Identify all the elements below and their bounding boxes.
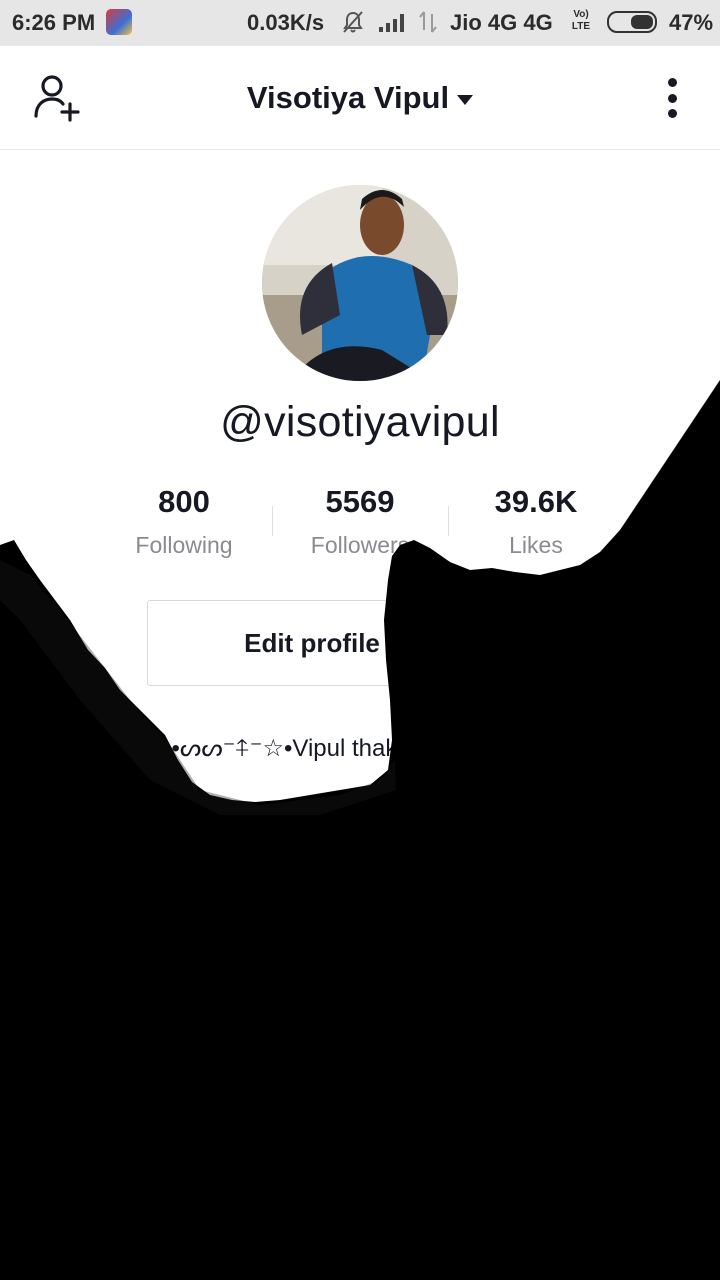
avatar-photo (262, 185, 458, 381)
edit-profile-button[interactable]: Edit profile (147, 600, 477, 686)
mute-bell-icon (343, 11, 363, 33)
stat-followers[interactable]: 5569 Followers (272, 482, 448, 559)
account-switcher[interactable]: Visotiya Vipul (200, 76, 520, 120)
status-time: 6:26 PM (12, 10, 96, 35)
volte-indicator: Vo) LTE (571, 9, 591, 32)
stat-value: 5569 (325, 484, 395, 519)
stat-likes[interactable]: 39.6K Likes (448, 482, 624, 559)
more-options-button[interactable] (652, 76, 692, 120)
profile-stats: 800 Following 5569 Followers 39.6K Likes (96, 482, 624, 572)
stat-label: Likes (509, 532, 563, 558)
profile-username: @visotiyavipul (220, 398, 500, 446)
stat-label: Followers (310, 532, 410, 558)
profile-bio: ★•ᔕᔕ⁻⍏⁻☆•Vipul thakor (150, 735, 419, 762)
avatar[interactable] (262, 185, 458, 381)
data-transfer-icon (419, 11, 437, 33)
person-add-icon[interactable] (30, 74, 86, 124)
profile-header: Visotiya Vipul (0, 46, 720, 150)
battery-percent: 47% (669, 10, 714, 35)
status-bar: 6:26 PM 0.03K/s Jio 4G 4G Vo) LTE 47% (0, 0, 720, 46)
carrier-label: Jio 4G 4G (450, 10, 553, 35)
battery-icon (607, 11, 657, 33)
stat-label: Following (135, 532, 233, 558)
stat-following[interactable]: 800 Following (96, 482, 272, 559)
game-app-icon (106, 9, 132, 35)
stat-value: 800 (158, 484, 210, 519)
profile-screen: 6:26 PM 0.03K/s Jio 4G 4G Vo) LTE 47% Vi… (0, 0, 720, 1280)
profile-name: Visotiya Vipul (246, 80, 450, 115)
caret-down-icon (457, 95, 474, 105)
more-vertical-icon (667, 78, 677, 87)
stat-value: 39.6K (494, 484, 578, 519)
network-speed: 0.03K/s (247, 10, 325, 35)
signal-strength-icon (379, 14, 404, 32)
